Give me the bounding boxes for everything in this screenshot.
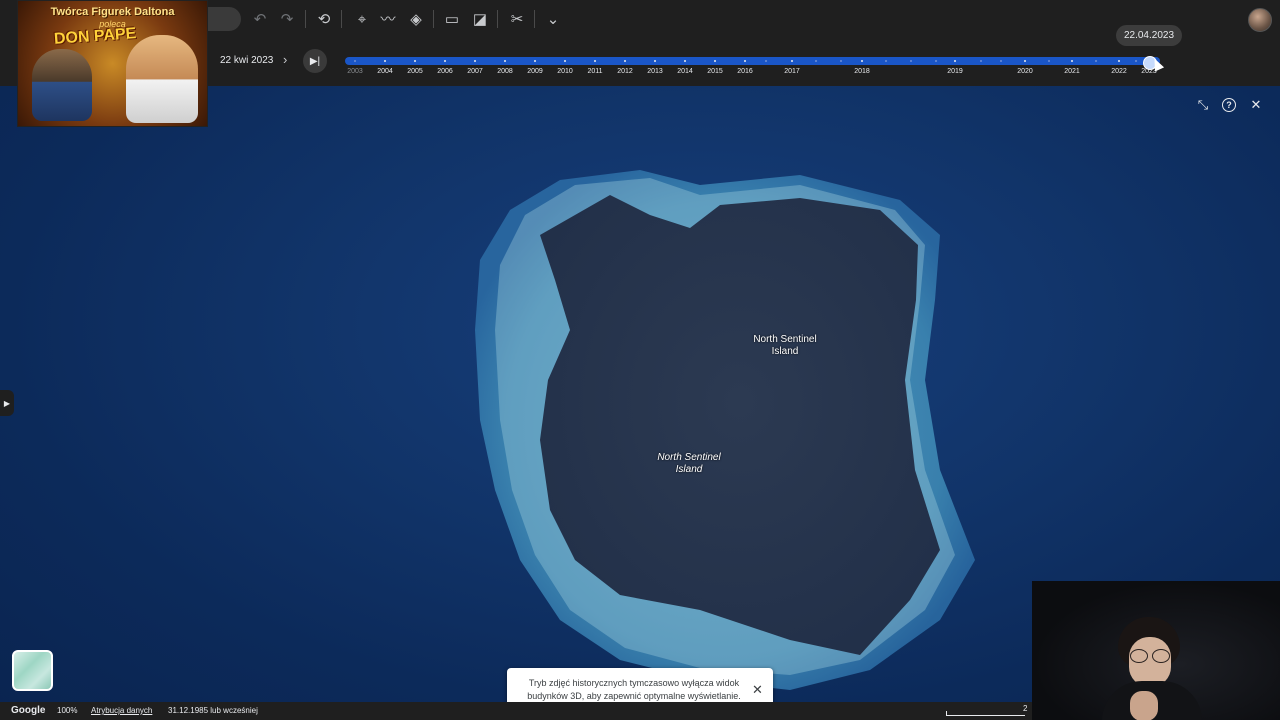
toolbar-divider [305, 10, 306, 28]
scale-bar [946, 711, 1025, 716]
timeline-year-label[interactable]: 2008 [497, 68, 513, 75]
timeline-year-marker [954, 60, 956, 62]
timeline-year-label[interactable]: 2020 [1017, 68, 1033, 75]
place-label-line1: North Sentinel [657, 452, 721, 463]
timeline-year-label[interactable]: 2009 [527, 68, 543, 75]
toolbar-divider [341, 10, 342, 28]
timeline-year-marker [714, 60, 716, 62]
avatar[interactable] [1248, 8, 1272, 32]
current-date-label: 22 kwi 2023 [220, 55, 274, 66]
timeline-year-marker [564, 60, 566, 62]
person-hand [1130, 691, 1158, 720]
historical-imagery-icon[interactable]: ⟲ [313, 8, 335, 30]
map-style-thumbnail[interactable] [12, 650, 53, 691]
help-icon[interactable]: ? [1220, 96, 1238, 114]
sponsor-overlay: Twórca Figurek Daltona poleca DON PAPE [17, 0, 208, 127]
timeline-year-marker [594, 60, 596, 62]
timeline-year-label[interactable]: 2010 [557, 68, 573, 75]
timeline-year-marker [534, 60, 536, 62]
timeline-year-label[interactable]: 2007 [467, 68, 483, 75]
timeline-year-marker [504, 60, 506, 62]
redo-icon[interactable]: ↷ [276, 8, 298, 30]
timeline-year-label[interactable]: 2019 [947, 68, 963, 75]
chevron-down-icon[interactable]: ⌄ [542, 8, 564, 30]
data-attribution-link[interactable]: Atrybucja danych [91, 706, 152, 715]
chart-icon[interactable]: ◪ [469, 8, 491, 30]
figurine-image [126, 35, 198, 123]
glasses [1130, 649, 1170, 663]
timeline-year-label[interactable]: 2018 [854, 68, 870, 75]
timeline-year-marker [791, 60, 793, 62]
skip-to-latest-button[interactable]: ▶| [303, 49, 327, 73]
scale-label: 2 [1023, 704, 1028, 713]
sponsor-title: Twórca Figurek Daltona [50, 6, 175, 18]
timeline-capture-marker [1000, 60, 1002, 62]
undo-icon[interactable]: ↶ [249, 8, 271, 30]
timeline-capture-marker [765, 60, 767, 62]
timeline-capture-marker [815, 60, 817, 62]
timeline-year-label[interactable]: 2012 [617, 68, 633, 75]
timeline-year-label[interactable]: 2006 [437, 68, 453, 75]
timeline-year-label[interactable]: 2014 [677, 68, 693, 75]
toolbar-divider [497, 10, 498, 28]
webcam-overlay [1032, 581, 1280, 720]
place-label-line1: North Sentinel [753, 334, 817, 345]
imagery-date: 31.12.1985 lub wcześniej [168, 706, 258, 715]
toolbar-divider [534, 10, 535, 28]
timeline-year-marker [1024, 60, 1026, 62]
next-date-button[interactable]: › [283, 52, 287, 67]
timeline-year-label[interactable]: 2003 [347, 68, 363, 75]
timeline-year-marker [654, 60, 656, 62]
figurine-image [32, 49, 92, 121]
timeline-capture-marker [980, 60, 982, 62]
timeline-year-marker [684, 60, 686, 62]
google-logo: Google [11, 705, 46, 716]
timeline-year-label[interactable]: 2015 [707, 68, 723, 75]
expand-sidebar-button[interactable]: ▶ [0, 390, 14, 416]
place-label-north-sentinel-historical[interactable]: North Sentinel Island [655, 452, 723, 476]
collapse-icon[interactable]: ⤡ [1194, 96, 1212, 114]
timeline-year-marker [474, 60, 476, 62]
place-label-north-sentinel[interactable]: North Sentinel Island [752, 334, 818, 358]
timeline-capture-marker [1048, 60, 1050, 62]
timeline-year-label[interactable]: 2013 [647, 68, 663, 75]
timeline-year-marker [1071, 60, 1073, 62]
search-box[interactable] [205, 7, 241, 31]
timeline-capture-marker [885, 60, 887, 62]
placemark-icon[interactable]: ⌖ [351, 8, 373, 30]
close-icon[interactable]: ✕ [1247, 96, 1265, 114]
timeline-year-marker [384, 60, 386, 62]
place-label-line2: Island [675, 464, 703, 475]
toast-close-button[interactable]: ✕ [752, 682, 763, 698]
timeline-year-label[interactable]: 2005 [407, 68, 423, 75]
timeline-year-marker [444, 60, 446, 62]
timeline-capture-marker [935, 60, 937, 62]
timeline-year-label[interactable]: 2017 [784, 68, 800, 75]
ruler-icon[interactable]: ▭ [441, 8, 463, 30]
timeline-year-label[interactable]: 2011 [587, 68, 602, 75]
timeline-year-marker [744, 60, 746, 62]
path-icon[interactable]: 〰 [377, 8, 399, 30]
zoom-level: 100% [57, 706, 78, 715]
timeline-year-label[interactable]: 2022 [1111, 68, 1127, 75]
timeline-year-marker [1118, 60, 1120, 62]
timeline-year-marker [414, 60, 416, 62]
timeline-year-label[interactable]: 2021 [1064, 68, 1080, 75]
layers-icon[interactable]: ◈ [405, 8, 427, 30]
toast-message: Tryb zdjęć historycznych tymczasowo wyłą… [527, 678, 741, 701]
date-tooltip: 22.04.2023 [1116, 25, 1182, 46]
timeline-year-marker [624, 60, 626, 62]
satellite-icon[interactable]: ✂ [506, 8, 528, 30]
toolbar-divider [433, 10, 434, 28]
timeline-year-label[interactable]: 2004 [377, 68, 393, 75]
timeline-year-label[interactable]: 2016 [737, 68, 753, 75]
timeline-capture-marker [1095, 60, 1097, 62]
timeline-capture-marker [840, 60, 842, 62]
timeline-capture-marker [910, 60, 912, 62]
timeline-track[interactable] [345, 57, 1160, 65]
timeline-capture-marker [1135, 60, 1137, 62]
timeline-year-marker [354, 60, 356, 62]
timeline-year-marker [861, 60, 863, 62]
place-label-line2: Island [771, 346, 799, 357]
